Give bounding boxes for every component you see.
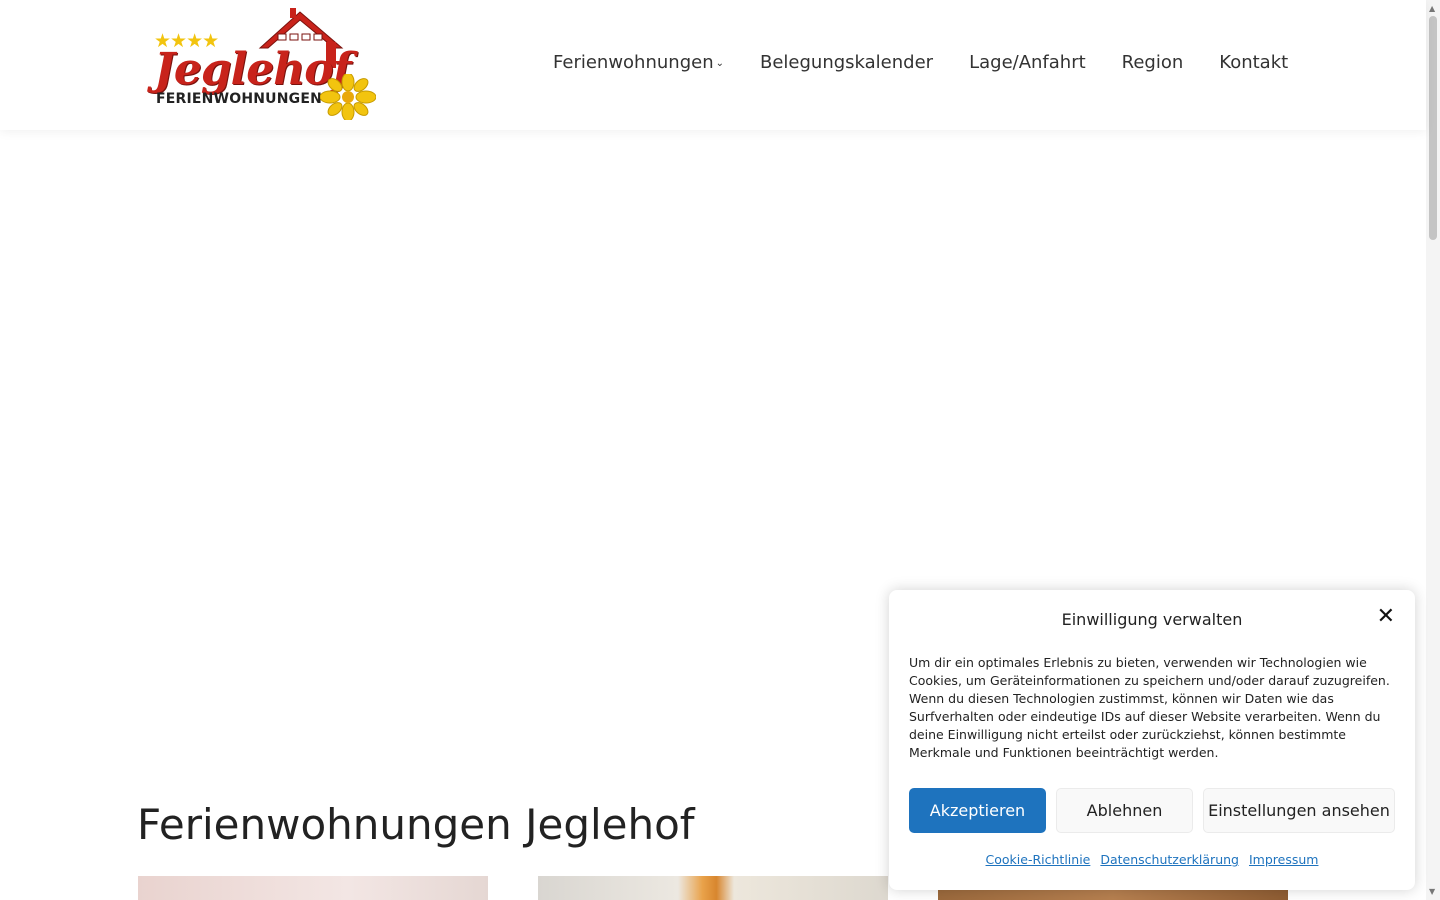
consent-title: Einwilligung verwalten bbox=[1061, 610, 1243, 629]
nav-item-region[interactable]: Region bbox=[1122, 52, 1184, 73]
view-settings-button[interactable]: Einstellungen ansehen bbox=[1203, 788, 1395, 833]
privacy-policy-link[interactable]: Datenschutzerklärung bbox=[1100, 852, 1239, 867]
nav-item-kontakt[interactable]: Kontakt bbox=[1219, 52, 1288, 73]
page-title: Ferienwohnungen Jeglehof bbox=[137, 800, 695, 849]
consent-buttons: Akzeptieren Ablehnen Einstellungen anseh… bbox=[909, 788, 1395, 833]
imprint-link[interactable]: Impressum bbox=[1249, 852, 1318, 867]
nav-item-belegungskalender[interactable]: Belegungskalender bbox=[760, 52, 933, 73]
nav-item-ferienwohnungen[interactable]: Ferienwohnungen ⌄ bbox=[553, 52, 724, 73]
main-navigation: Ferienwohnungen ⌄ Belegungskalender Lage… bbox=[553, 52, 1288, 73]
deny-button[interactable]: Ablehnen bbox=[1056, 788, 1193, 833]
site-logo[interactable]: ★★★★ Jeglehof FERIENWOHNUNGEN bbox=[150, 8, 378, 122]
nav-item-label: Ferienwohnungen bbox=[553, 52, 714, 73]
nav-item-label: Belegungskalender bbox=[760, 52, 934, 73]
nav-item-lage-anfahrt[interactable]: Lage/Anfahrt bbox=[969, 52, 1086, 73]
site-header: ★★★★ Jeglehof FERIENWOHNUNGEN Ferienwohn… bbox=[0, 0, 1426, 130]
consent-text: Um dir ein optimales Erlebnis zu bieten,… bbox=[909, 655, 1390, 760]
scroll-down-icon[interactable]: ▼ bbox=[1429, 887, 1435, 896]
cookie-policy-link[interactable]: Cookie-Richtlinie bbox=[986, 852, 1091, 867]
flower-icon bbox=[320, 74, 376, 120]
page-scrollbar[interactable]: ▲ ▼ bbox=[1426, 0, 1440, 900]
logo-subtitle: FERIENWOHNUNGEN bbox=[156, 91, 323, 107]
close-icon[interactable]: ✕ bbox=[1377, 606, 1395, 628]
consent-links: Cookie-Richtlinie Datenschutzerklärung I… bbox=[889, 852, 1415, 867]
apartment-thumbnail[interactable] bbox=[138, 876, 488, 900]
accept-button[interactable]: Akzeptieren bbox=[909, 788, 1046, 833]
chevron-down-icon: ⌄ bbox=[715, 58, 724, 69]
nav-item-label: Kontakt bbox=[1219, 52, 1289, 73]
nav-item-label: Lage/Anfahrt bbox=[969, 52, 1086, 73]
scrollbar-thumb[interactable] bbox=[1429, 16, 1437, 240]
scroll-up-icon[interactable]: ▲ bbox=[1429, 4, 1435, 13]
nav-item-label: Region bbox=[1121, 52, 1184, 73]
cookie-consent-dialog: Einwilligung verwalten ✕ Um dir ein opti… bbox=[889, 590, 1415, 890]
apartment-thumbnail[interactable] bbox=[538, 876, 888, 900]
